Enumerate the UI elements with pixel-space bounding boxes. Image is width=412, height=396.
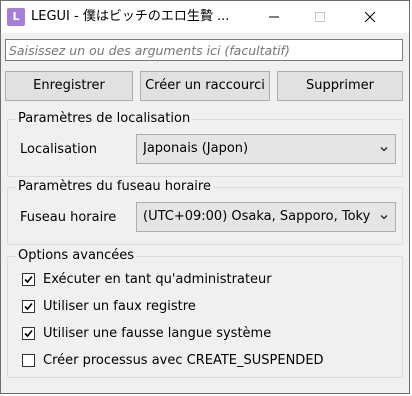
create-shortcut-button[interactable]: Créer un raccourci [140, 71, 270, 101]
checkbox-fake-registry[interactable] [22, 299, 35, 313]
timezone-label: Fuseau horaire [20, 210, 117, 225]
option-label: Exécuter en tant qu'administrateur [43, 271, 272, 287]
app-icon: L [7, 8, 25, 26]
locale-group-title: Paramètres de localisation [16, 111, 193, 127]
close-icon [364, 11, 376, 23]
option-fake-registry[interactable]: Utiliser un faux registre [22, 296, 196, 316]
save-button[interactable]: Enregistrer [5, 71, 133, 101]
maximize-icon [315, 12, 325, 22]
locale-selected-value: Japonais (Japon) [143, 141, 249, 156]
advanced-group-title: Options avancées [16, 248, 137, 264]
close-button[interactable] [347, 1, 393, 33]
legui-window: L LEGUI - 僕はビッチのエロ生贄 ... Enregistrer Cré… [0, 0, 410, 394]
chevron-down-icon [380, 215, 388, 220]
option-create-suspended[interactable]: Créer processus avec CREATE_SUSPENDED [22, 350, 324, 370]
client-area: Enregistrer Créer un raccourci Supprimer… [1, 33, 409, 393]
checkbox-run-as-admin[interactable] [22, 272, 35, 286]
option-run-as-admin[interactable]: Exécuter en tant qu'administrateur [22, 269, 272, 289]
checkmark-icon [24, 329, 33, 337]
option-label: Créer processus avec CREATE_SUSPENDED [43, 352, 324, 368]
checkbox-create-suspended[interactable] [22, 353, 35, 367]
option-label: Utiliser une fausse langue système [43, 325, 272, 341]
option-fake-system-language[interactable]: Utiliser une fausse langue système [22, 323, 271, 343]
advanced-options-group: Options avancées Exécuter en tant qu'adm… [7, 248, 403, 378]
window-title: LEGUI - 僕はビッチのエロ生贄 ... [31, 9, 230, 24]
option-label: Utiliser un faux registre [43, 298, 196, 314]
minimize-icon [269, 16, 279, 18]
checkmark-icon [24, 275, 33, 283]
checkmark-icon [24, 302, 33, 310]
timezone-selected-value: (UTC+09:00) Osaka, Sapporo, Toky [143, 209, 371, 224]
minimize-button[interactable] [251, 1, 297, 33]
arguments-input[interactable] [5, 39, 403, 61]
locale-select[interactable]: Japonais (Japon) [136, 134, 396, 164]
title-bar[interactable]: L LEGUI - 僕はビッチのエロ生贄 ... [1, 1, 409, 33]
timezone-group-title: Paramètres du fuseau horaire [16, 179, 213, 195]
delete-button[interactable]: Supprimer [277, 71, 403, 101]
chevron-down-icon [380, 147, 388, 152]
locale-label: Localisation [20, 142, 97, 157]
locale-group: Paramètres de localisation Localisation … [7, 111, 403, 177]
maximize-button [297, 1, 343, 33]
checkbox-fake-system-language[interactable] [22, 326, 35, 340]
timezone-select[interactable]: (UTC+09:00) Osaka, Sapporo, Toky [136, 202, 396, 232]
timezone-group: Paramètres du fuseau horaire Fuseau hora… [7, 179, 403, 245]
